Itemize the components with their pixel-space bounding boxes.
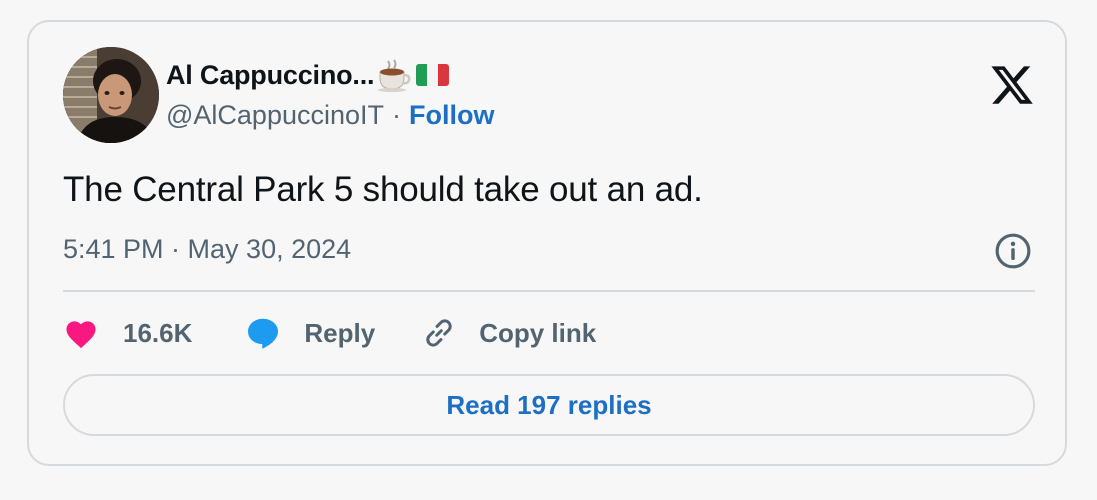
author-handle-row: @AlCappuccinoIT · Follow <box>166 100 495 131</box>
author-display-name[interactable]: Al Cappuccino... <box>166 58 452 92</box>
display-name-text: Al Cappuccino... <box>166 59 375 90</box>
reply-button[interactable]: Reply <box>244 315 375 351</box>
copy-link-button[interactable]: Copy link <box>421 315 596 351</box>
avatar[interactable] <box>63 47 159 143</box>
speech-bubble-icon <box>248 318 279 349</box>
tweet-timestamp[interactable]: 5:41 PM · May 30, 2024 <box>63 234 351 265</box>
info-icon[interactable] <box>994 232 1032 270</box>
tweet-card: Al Cappuccino... @AlCappuccinoIT · Follo… <box>27 20 1067 466</box>
like-button[interactable]: 16.6K <box>63 317 192 349</box>
x-logo-icon[interactable] <box>989 62 1035 108</box>
coffee-cup-emoji <box>378 59 411 92</box>
reply-label: Reply <box>304 317 376 348</box>
heart-icon <box>66 321 96 349</box>
italy-flag-emoji <box>416 64 450 86</box>
divider <box>63 290 1035 292</box>
follow-button[interactable]: Follow <box>409 100 494 131</box>
read-replies-label: Read 197 replies <box>446 389 652 420</box>
action-bar: 16.6K Reply Copy link <box>63 312 596 354</box>
avatar-photo <box>63 47 159 143</box>
separator-dot: · <box>392 100 402 130</box>
copy-link-label: Copy link <box>479 317 597 348</box>
tweet-text: The Central Park 5 should take out an ad… <box>63 170 703 209</box>
like-count: 16.6K <box>123 317 193 348</box>
read-replies-button[interactable]: Read 197 replies <box>63 374 1035 436</box>
author-handle[interactable]: @AlCappuccinoIT <box>166 100 384 131</box>
link-icon <box>426 319 452 347</box>
